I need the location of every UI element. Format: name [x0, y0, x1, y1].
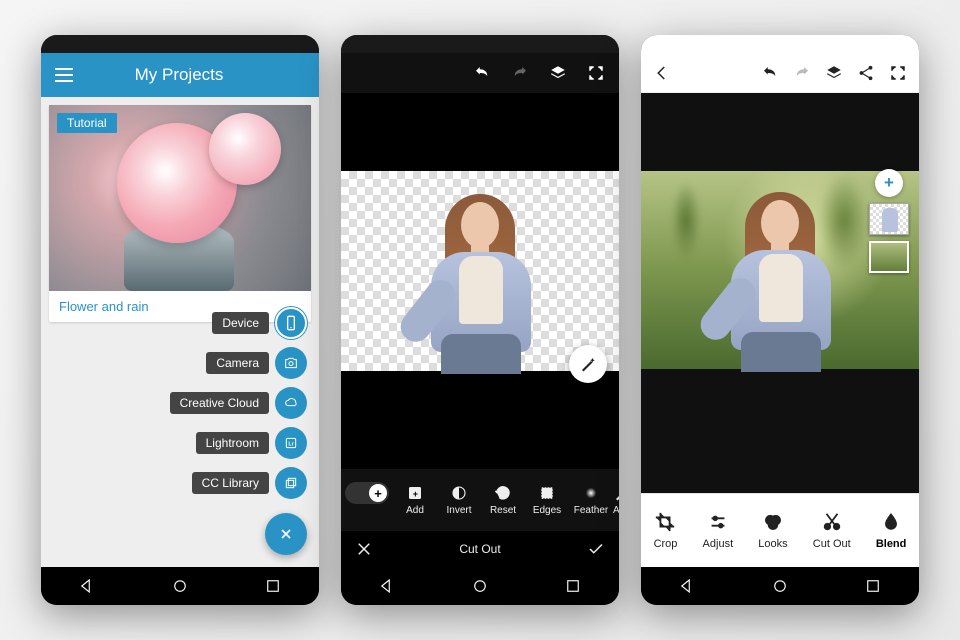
- tool-label: Feather: [574, 505, 608, 516]
- tool-label: Edges: [533, 505, 561, 516]
- tool-invert[interactable]: Invert: [437, 484, 481, 516]
- tool-reset[interactable]: Reset: [481, 484, 525, 516]
- cutout-subject: [395, 176, 565, 371]
- nav-home-icon[interactable]: [471, 577, 489, 595]
- back-icon[interactable]: [653, 64, 671, 82]
- tool-label: Blend: [876, 538, 907, 550]
- source-menu: Device Camera Creative Cloud: [170, 307, 307, 555]
- undo-icon[interactable]: [473, 64, 491, 82]
- cancel-icon[interactable]: [355, 540, 373, 558]
- add-layer-button[interactable]: +: [875, 169, 903, 197]
- tool-looks[interactable]: Looks: [758, 511, 787, 550]
- menu-icon[interactable]: [55, 68, 73, 82]
- layer-thumb-foreground[interactable]: [869, 203, 909, 235]
- tool-adjust[interactable]: Adjust: [703, 511, 734, 550]
- nav-back-icon[interactable]: [378, 577, 396, 595]
- phone-cutout-editor: + + Add Invert Reset Edges Feather: [341, 35, 619, 605]
- nav-back-icon[interactable]: [678, 577, 696, 595]
- source-lightroom[interactable]: Lightroom Lr: [196, 427, 307, 459]
- fullscreen-icon[interactable]: [587, 64, 605, 82]
- undo-icon[interactable]: [761, 64, 779, 82]
- layers-icon[interactable]: [549, 64, 567, 82]
- nav-recent-icon[interactable]: [264, 577, 282, 595]
- phone-projects: My Projects Tutorial Flower and rain Dev…: [41, 35, 319, 605]
- tool-label: Add: [406, 505, 424, 516]
- layer-panel: +: [869, 169, 909, 273]
- source-label: Creative Cloud: [170, 392, 269, 414]
- tool-label: Cut Out: [813, 538, 851, 550]
- source-cc-library[interactable]: CC Library: [192, 467, 307, 499]
- source-label: Device: [212, 312, 269, 334]
- main-tools: Crop Adjust Looks Cut Out Blend: [641, 493, 919, 567]
- editor-topbar: [341, 53, 619, 93]
- tool-label: Reset: [490, 505, 516, 516]
- android-navbar: [641, 567, 919, 605]
- phone-blend-editor: + Crop Adjust Looks Cut Out: [641, 35, 919, 605]
- tool-label: Looks: [758, 538, 787, 550]
- tool-feather[interactable]: Feather: [569, 484, 613, 516]
- tool-label: Invert: [446, 505, 471, 516]
- source-label: CC Library: [192, 472, 269, 494]
- mode-label: Cut Out: [459, 542, 500, 556]
- android-navbar: [341, 567, 619, 605]
- source-camera[interactable]: Camera: [206, 347, 307, 379]
- tool-add[interactable]: + Add: [393, 484, 437, 516]
- tool-edges[interactable]: Edges: [525, 484, 569, 516]
- redo-icon[interactable]: [511, 64, 529, 82]
- tool-blend[interactable]: Blend: [876, 511, 907, 550]
- editor-canvas[interactable]: +: [641, 93, 919, 493]
- brush-toggle[interactable]: +: [345, 482, 389, 504]
- screen-body: My Projects Tutorial Flower and rain Dev…: [41, 53, 319, 567]
- status-bar: [41, 35, 319, 53]
- tool-cutout[interactable]: Cut Out: [813, 511, 851, 550]
- nav-home-icon[interactable]: [171, 577, 189, 595]
- svg-text:+: +: [413, 489, 418, 499]
- tool-crop[interactable]: Crop: [654, 511, 678, 550]
- source-device[interactable]: Device: [212, 307, 307, 339]
- project-thumbnail: Tutorial: [49, 105, 311, 291]
- status-bar: [341, 35, 619, 53]
- tool-label: Aut: [613, 505, 619, 516]
- cutout-tools: + + Add Invert Reset Edges Feather: [341, 469, 619, 531]
- tool-auto[interactable]: Aut: [613, 484, 619, 516]
- screen-body: + Crop Adjust Looks Cut Out: [641, 53, 919, 567]
- project-name: Flower and rain: [59, 299, 149, 314]
- projects-content: Tutorial Flower and rain Device Camera: [41, 97, 319, 567]
- camera-icon[interactable]: [275, 347, 307, 379]
- share-icon[interactable]: [857, 64, 875, 82]
- status-bar: [641, 35, 919, 53]
- screen-body: + + Add Invert Reset Edges Feather: [341, 53, 619, 567]
- source-creative-cloud[interactable]: Creative Cloud: [170, 387, 307, 419]
- magic-wand-button[interactable]: [569, 345, 607, 383]
- composite-subject: [695, 174, 865, 369]
- project-card[interactable]: Tutorial Flower and rain: [49, 105, 311, 322]
- tool-label: Adjust: [703, 538, 734, 550]
- nav-back-icon[interactable]: [78, 577, 96, 595]
- nav-recent-icon[interactable]: [864, 577, 882, 595]
- nav-recent-icon[interactable]: [564, 577, 582, 595]
- image-area[interactable]: [341, 171, 619, 371]
- android-navbar: [41, 567, 319, 605]
- svg-text:Lr: Lr: [288, 442, 293, 448]
- cc-icon[interactable]: [275, 387, 307, 419]
- nav-home-icon[interactable]: [771, 577, 789, 595]
- confirm-icon[interactable]: [587, 540, 605, 558]
- layers-icon[interactable]: [825, 64, 843, 82]
- source-label: Camera: [206, 352, 269, 374]
- tutorial-badge: Tutorial: [57, 113, 117, 133]
- redo-icon[interactable]: [793, 64, 811, 82]
- header-title: My Projects: [73, 65, 285, 85]
- editor-canvas[interactable]: [341, 93, 619, 469]
- tool-label: Crop: [654, 538, 678, 550]
- app-header: My Projects: [41, 53, 319, 97]
- fullscreen-icon[interactable]: [889, 64, 907, 82]
- editor-topbar: [641, 53, 919, 93]
- library-icon[interactable]: [275, 467, 307, 499]
- lightroom-icon[interactable]: Lr: [275, 427, 307, 459]
- mode-bar: Cut Out: [341, 531, 619, 567]
- close-button[interactable]: [265, 513, 307, 555]
- phone-icon[interactable]: [275, 307, 307, 339]
- layer-thumb-background[interactable]: [869, 241, 909, 273]
- source-label: Lightroom: [196, 432, 269, 454]
